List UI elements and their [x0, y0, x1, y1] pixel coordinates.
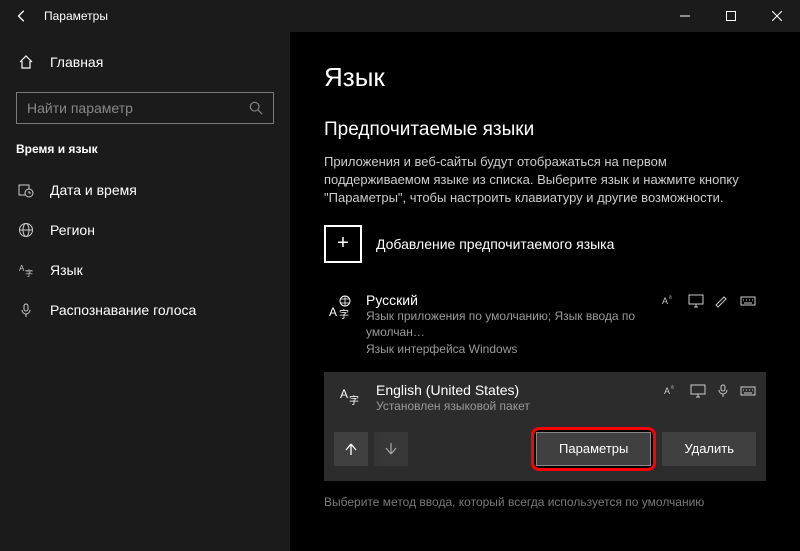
svg-text:字: 字 [25, 268, 33, 278]
calendar-clock-icon [16, 182, 36, 198]
maximize-button[interactable] [708, 0, 754, 32]
search-icon [249, 101, 263, 115]
svg-text:字: 字 [349, 394, 359, 406]
language-sub: Установлен языковой пакет [376, 398, 664, 415]
home-label: Главная [50, 54, 103, 70]
minimize-button[interactable] [662, 0, 708, 32]
keyboard-icon [740, 294, 756, 308]
sidebar-item-label: Дата и время [50, 182, 137, 198]
svg-text:ᵃ: ᵃ [671, 385, 674, 392]
arrow-left-icon [15, 9, 29, 23]
sidebar-item-label: Распознавание голоса [50, 302, 196, 318]
sidebar-item-speech[interactable]: Распознавание голоса [0, 290, 290, 330]
svg-text:A: A [664, 386, 670, 396]
keyboard-icon [740, 384, 756, 398]
language-item-russian[interactable]: A字 Русский Язык приложения по умолчанию;… [324, 286, 766, 364]
section-label: Время и язык [0, 142, 290, 156]
add-language-button[interactable]: + Добавление предпочитаемого языка [324, 222, 766, 266]
display-icon [688, 294, 704, 308]
svg-text:A: A [329, 305, 337, 319]
search-placeholder: Найти параметр [27, 100, 249, 116]
svg-text:A: A [340, 387, 348, 401]
handwriting-icon [714, 294, 730, 308]
back-button[interactable] [0, 0, 44, 32]
speech-icon [716, 384, 730, 398]
close-icon [772, 11, 782, 21]
sidebar-item-label: Регион [50, 222, 95, 238]
microphone-icon [16, 302, 36, 318]
language-name: English (United States) [376, 382, 664, 398]
move-down-button[interactable] [374, 432, 408, 466]
language-controls: Параметры Удалить [334, 427, 756, 471]
delete-button[interactable]: Удалить [662, 432, 756, 466]
tts-icon: Aᵃ [662, 294, 678, 308]
window-body: Главная Найти параметр Время и язык Дата… [0, 32, 800, 551]
language-name: Русский [366, 292, 662, 308]
language-glyph-icon: A字 [324, 292, 356, 320]
svg-text:字: 字 [339, 308, 349, 320]
section-subtitle: Предпочитаемые языки [324, 119, 766, 141]
arrow-down-icon [384, 442, 398, 456]
language-sub: Язык приложения по умолчанию; Язык ввода… [366, 308, 662, 358]
input-method-hint: Выберите метод ввода, который всегда исп… [324, 495, 766, 509]
globe-icon [16, 222, 36, 238]
move-up-button[interactable] [334, 432, 368, 466]
minimize-icon [680, 11, 690, 21]
callout-highlight: Параметры [531, 427, 656, 471]
options-button[interactable]: Параметры [536, 432, 651, 466]
svg-text:ᵃ: ᵃ [669, 295, 672, 302]
window-controls [662, 0, 800, 32]
arrow-up-icon [344, 442, 358, 456]
tts-icon: Aᵃ [664, 384, 680, 398]
plus-icon: + [324, 225, 362, 263]
sidebar-item-language[interactable]: A字 Язык [0, 250, 290, 290]
sidebar-item-label: Язык [50, 262, 83, 278]
close-button[interactable] [754, 0, 800, 32]
titlebar: Параметры [0, 0, 800, 32]
content-area: Язык Предпочитаемые языки Приложения и в… [290, 32, 800, 551]
home-nav[interactable]: Главная [0, 44, 290, 80]
language-features: Aᵃ [662, 292, 756, 308]
svg-text:A: A [662, 296, 668, 306]
language-glyph-icon: A字 [334, 382, 366, 406]
sidebar-item-date-time[interactable]: Дата и время [0, 170, 290, 210]
add-language-label: Добавление предпочитаемого языка [376, 236, 614, 252]
language-item-english[interactable]: A字 English (United States) Установлен яз… [324, 372, 766, 481]
page-title: Язык [324, 62, 766, 93]
window-title: Параметры [44, 9, 662, 23]
section-description: Приложения и веб-сайты будут отображатьс… [324, 153, 744, 208]
language-features: Aᵃ [664, 382, 756, 398]
display-icon [690, 384, 706, 398]
language-icon: A字 [16, 262, 36, 278]
settings-window: Параметры Главная Найти параметр Время и… [0, 0, 800, 551]
search-input[interactable]: Найти параметр [16, 92, 274, 124]
sidebar: Главная Найти параметр Время и язык Дата… [0, 32, 290, 551]
home-icon [16, 54, 36, 70]
maximize-icon [726, 11, 736, 21]
sidebar-item-region[interactable]: Регион [0, 210, 290, 250]
